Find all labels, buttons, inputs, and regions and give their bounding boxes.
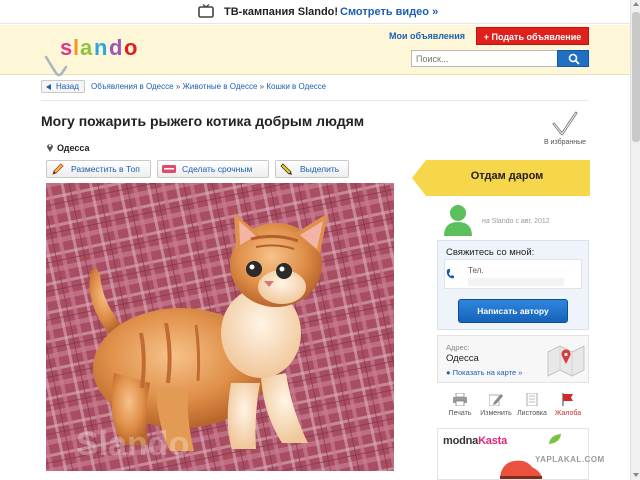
printer-icon (453, 393, 467, 406)
svg-text:s: s (60, 35, 72, 60)
urgent-tag-icon (162, 165, 176, 173)
svg-text:a: a (80, 35, 93, 60)
search-icon (568, 53, 580, 65)
slando-logo[interactable]: s l a n d o (42, 27, 162, 83)
make-urgent-label: Сделать срочным (182, 164, 253, 174)
promote-top-button[interactable]: Разместить в Топ (46, 160, 151, 178)
contact-panel: Свяжитесь со мной: Тел. Написать автору (437, 240, 589, 330)
print-label: Печать (448, 410, 472, 417)
page-title: Могу пожарить рыжего котика добрым людям (41, 113, 365, 129)
seller-since: на Slando с авг. 2012 (482, 218, 550, 225)
report-label: Жалоба (554, 410, 582, 417)
location-pin-icon (47, 144, 53, 152)
add-to-favorites-button[interactable]: В избранные (540, 110, 590, 150)
highlighter-icon (280, 163, 292, 175)
contact-title: Свяжитесь со мной: (446, 247, 535, 258)
highlight-label: Выделить (300, 164, 340, 174)
banner-brand: modnaKasta (443, 435, 507, 447)
show-on-map-link[interactable]: ● Показать на карте » (446, 368, 522, 377)
back-button[interactable]: Назад (41, 80, 85, 93)
svg-text:l: l (73, 35, 79, 60)
leaf-icon (549, 434, 561, 444)
report-flag-icon (562, 393, 573, 406)
leaflet-icon (526, 393, 538, 406)
breadcrumb-item-cats[interactable]: Кошки в Одессе (266, 82, 326, 91)
favorites-label: В избранные (543, 139, 587, 146)
edit-pencil-icon (489, 394, 503, 406)
scrollbar-thumb[interactable] (632, 12, 640, 142)
edit-label: Изменить (480, 410, 512, 417)
pencil-icon (52, 163, 64, 175)
seller-info: на Slando с авг. 2012 (440, 202, 590, 236)
map-thumbnail-icon[interactable] (546, 340, 586, 378)
breadcrumb-trail: Объявления в Одессе » Животные в Одессе … (91, 82, 326, 91)
map-pin-icon: ● (446, 368, 451, 377)
phone-icon (446, 269, 454, 279)
ad-tools: Печать Изменить Листовка Жалоба (445, 390, 590, 420)
user-avatar-icon (444, 205, 472, 236)
ad-banner[interactable]: modnaKasta (437, 428, 589, 480)
address-value: Одесса (446, 353, 479, 364)
category-badge: Отдам даром (412, 160, 590, 196)
svg-text:n: n (94, 35, 107, 60)
svg-text:o: o (124, 35, 137, 60)
breadcrumb-separator: » (259, 82, 265, 91)
kitten-photo-image: Slando (46, 183, 394, 471)
promote-top-label: Разместить в Топ (71, 164, 140, 174)
page-watermark: YAPLAKAL.COM (535, 455, 605, 464)
banner-brand-b: Kasta (478, 435, 508, 447)
top-promo-bar: ТВ-кампания Slando! Смотреть видео » (0, 0, 630, 24)
breadcrumb-separator: » (175, 82, 181, 91)
address-label: Адрес: (446, 343, 470, 352)
make-urgent-button[interactable]: Сделать срочным (157, 160, 269, 178)
site-header: s l a n d o Мои объявления + Подать объя… (0, 25, 630, 77)
svg-text:d: d (109, 35, 122, 60)
breadcrumb-item-odessa-ads[interactable]: Объявления в Одессе (91, 82, 174, 91)
search-button[interactable] (557, 50, 589, 67)
post-ad-button[interactable]: + Подать объявление (476, 27, 589, 45)
my-ads-link[interactable]: Мои объявления (389, 31, 465, 41)
print-button[interactable]: Печать (445, 390, 475, 420)
write-author-button[interactable]: Написать автору (458, 299, 568, 323)
divider (41, 100, 589, 101)
checkmark-icon (552, 111, 578, 136)
ad-photo[interactable]: Slando (46, 183, 394, 471)
city-name: Одесса (57, 143, 90, 153)
scroll-up-arrow-icon[interactable] (633, 2, 639, 6)
phone-label: Тел. (468, 266, 484, 275)
tv-campaign-text: ТВ-кампания Slando! (224, 6, 339, 18)
breadcrumb-item-animals[interactable]: Животные в Одессе (183, 82, 258, 91)
watch-video-link[interactable]: Смотреть видео » (340, 6, 438, 18)
photo-watermark: Slando (76, 425, 189, 463)
leaflet-label: Листовка (517, 410, 547, 417)
category-badge-label: Отдам даром (470, 170, 544, 182)
leaflet-button[interactable]: Листовка (517, 390, 547, 420)
banner-brand-a: modna (443, 435, 479, 447)
hidden-phone-number[interactable] (468, 278, 564, 286)
search-input[interactable] (411, 50, 558, 67)
report-button[interactable]: Жалоба (553, 390, 583, 420)
scroll-down-arrow-icon[interactable] (633, 473, 639, 477)
tv-icon (198, 4, 214, 18)
page-scrollbar[interactable] (630, 0, 640, 480)
highlight-button[interactable]: Выделить (275, 160, 349, 178)
show-on-map-label: Показать на карте » (452, 368, 523, 377)
edit-button[interactable]: Изменить (480, 390, 512, 420)
address-panel: Адрес: Одесса ● Показать на карте » (437, 335, 589, 383)
